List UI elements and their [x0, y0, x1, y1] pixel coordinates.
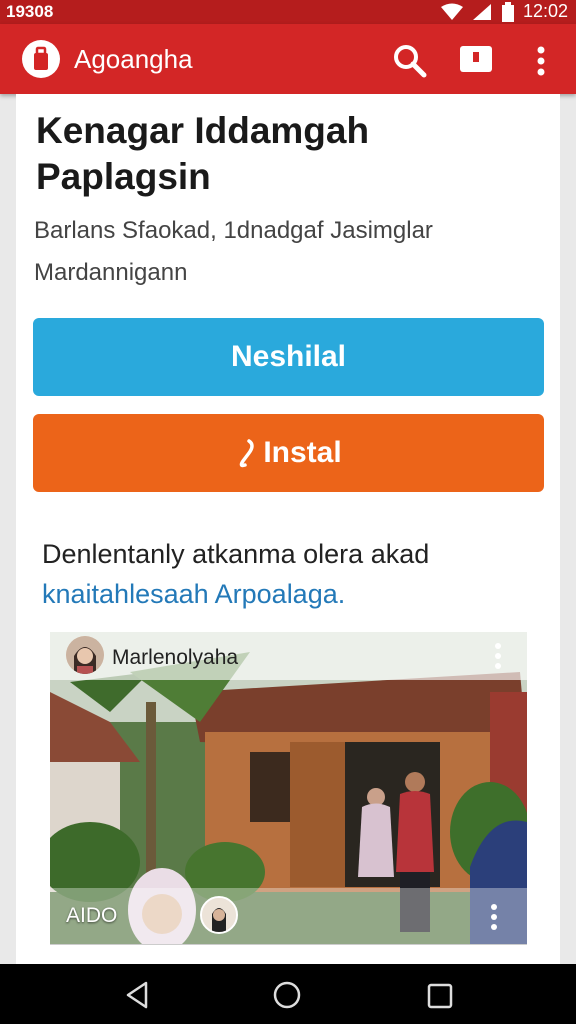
page-title: Kenagar Iddamgah Paplagsin [36, 110, 370, 197]
status-time-left: 19308 [6, 2, 54, 21]
app-title: Agoangha [74, 44, 193, 74]
home-icon[interactable] [272, 980, 302, 1010]
post-header: Marlenolyaha [50, 632, 527, 680]
search-button[interactable] [390, 41, 430, 81]
page-button[interactable] [458, 44, 494, 74]
status-time-right: 12:02 [522, 1, 568, 21]
content-card: Kenagar Iddamgah Paplagsin Barlans Sfaok… [16, 94, 560, 964]
recent-apps-icon[interactable] [426, 982, 454, 1010]
author-avatar[interactable] [66, 636, 104, 674]
description-link[interactable]: knaitahlesaah Arpoalaga. [42, 579, 345, 609]
post-footer: AIDO [50, 888, 527, 944]
primary-button-label: Neshilal [230, 340, 347, 373]
back-icon[interactable] [122, 980, 152, 1010]
post-more-icon[interactable] [488, 640, 508, 672]
status-icons: 12:02 [440, 1, 568, 22]
app-bar: Agoangha [0, 24, 576, 94]
footer-more-icon[interactable] [484, 900, 504, 934]
post-card[interactable]: Marlenolyaha AIDO [50, 632, 527, 945]
link-icon [239, 439, 255, 468]
page-subtitle: Barlans Sfaokad, 1dnadgaf Jasimglar Mard… [34, 217, 433, 286]
more-menu-button[interactable] [526, 41, 556, 81]
description-text: Denlentanly atkanma olera akad [42, 539, 430, 569]
battery-icon [501, 1, 514, 22]
signal-icon [472, 3, 491, 20]
install-button-label: Instal [263, 436, 342, 469]
footer-avatar[interactable] [200, 896, 238, 934]
wifi-icon [440, 3, 463, 20]
search-icon [394, 45, 427, 78]
status-bar: 19308 12:02 [0, 0, 576, 24]
install-button[interactable]: Instal [33, 414, 544, 492]
post-author[interactable]: Marlenolyaha [112, 646, 238, 670]
more-vert-icon [537, 46, 545, 76]
page-icon [460, 46, 492, 72]
app-logo-icon [22, 40, 60, 78]
primary-button[interactable]: Neshilal [33, 318, 544, 396]
description: Denlentanly atkanma olera akad knaitahle… [42, 534, 542, 614]
system-nav-bar [0, 964, 576, 1024]
post-footer-label: AIDO [66, 904, 118, 927]
